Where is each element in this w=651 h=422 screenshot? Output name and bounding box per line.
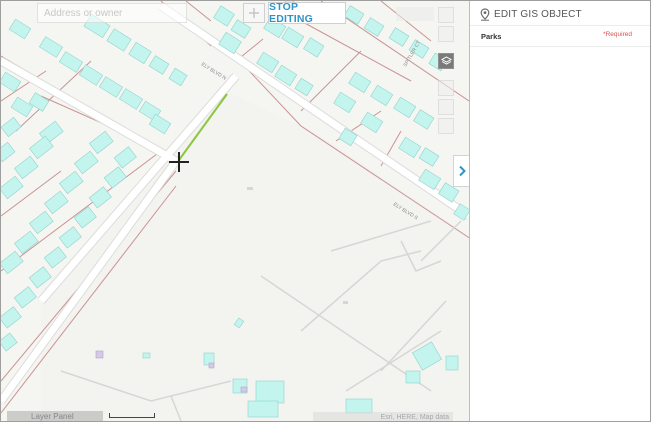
map-attribution: Esri, HERE, Map data — [313, 412, 453, 421]
zoom-out-icon[interactable] — [438, 80, 454, 96]
map-pin-icon — [480, 7, 490, 21]
chevron-right-icon — [458, 165, 466, 177]
basemap: ELY BLVD N ELY BLVD S SPITLER CT — [1, 1, 469, 421]
address-search-input[interactable]: Address or owner — [37, 3, 187, 23]
street-label-ely-blvd-n: ELY BLVD N — [200, 62, 227, 82]
app-window: ELY BLVD N ELY BLVD S SPITLER CT Address… — [0, 0, 651, 422]
map-tool-stack — [438, 7, 456, 134]
layers-icon[interactable] — [438, 53, 454, 69]
panel-header: EDIT GIS OBJECT — [470, 3, 650, 26]
required-indicator: *Required — [603, 31, 632, 38]
zoom-in-icon[interactable] — [438, 26, 454, 42]
map-canvas[interactable]: ELY BLVD N ELY BLVD S SPITLER CT Address… — [1, 1, 469, 421]
locate-icon[interactable] — [438, 99, 454, 115]
panel-title: EDIT GIS OBJECT — [494, 8, 582, 20]
collapse-panel-button[interactable] — [453, 155, 469, 187]
add-feature-button[interactable] — [243, 3, 265, 23]
scale-bar — [109, 413, 155, 418]
map-overlay-control[interactable] — [396, 7, 434, 21]
measure-icon[interactable] — [438, 118, 454, 134]
plus-icon — [249, 8, 259, 18]
crosshair-cursor-icon — [168, 151, 190, 178]
edit-gis-object-panel: EDIT GIS OBJECT Parks *Required — [469, 1, 650, 421]
layer-panel-toggle[interactable]: Layer Panel — [7, 411, 103, 421]
field-label-parks: Parks — [481, 32, 502, 41]
field-row-parks[interactable]: Parks *Required — [470, 26, 650, 47]
stop-editing-button[interactable]: STOP EDITING — [268, 1, 346, 25]
home-icon[interactable] — [438, 7, 454, 23]
